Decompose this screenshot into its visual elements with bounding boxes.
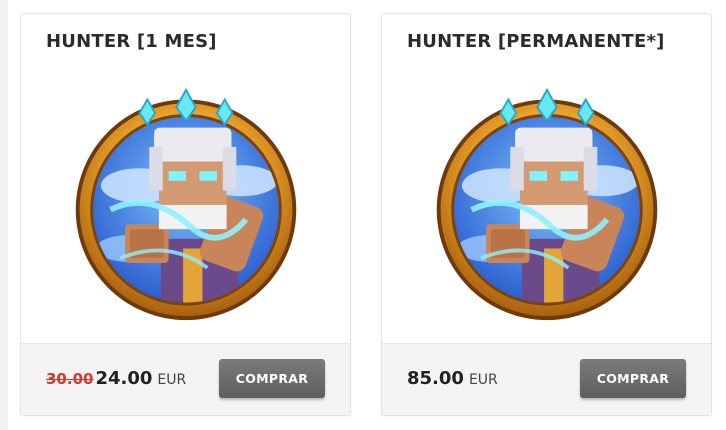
product-title: HUNTER [1 MES] xyxy=(46,31,217,52)
buy-button[interactable]: COMPRAR xyxy=(580,359,686,398)
current-price: 85.00 xyxy=(407,368,464,389)
hunter-rank-medallion-icon xyxy=(68,86,304,322)
product-card: HUNTER [PERMANENTE*] 85.00 EUR COMPRAR xyxy=(381,13,712,416)
product-price: 30.00 24.00 EUR xyxy=(46,368,186,389)
product-card: HUNTER [1 MES] 30.00 24.00 EUR COMPRAR xyxy=(20,13,351,416)
product-footer: 30.00 24.00 EUR COMPRAR xyxy=(21,343,350,415)
price-currency: EUR xyxy=(468,372,498,388)
current-price: 24.00 xyxy=(95,368,153,389)
page-edge-strip xyxy=(0,0,8,430)
product-footer: 85.00 EUR COMPRAR xyxy=(382,343,711,415)
product-price: 85.00 EUR xyxy=(407,368,498,389)
buy-button[interactable]: COMPRAR xyxy=(219,359,325,398)
product-title: HUNTER [PERMANENTE*] xyxy=(407,31,665,52)
price-currency: EUR xyxy=(157,372,187,388)
hunter-rank-medallion-icon xyxy=(429,86,665,322)
old-price: 30.00 xyxy=(46,370,94,388)
